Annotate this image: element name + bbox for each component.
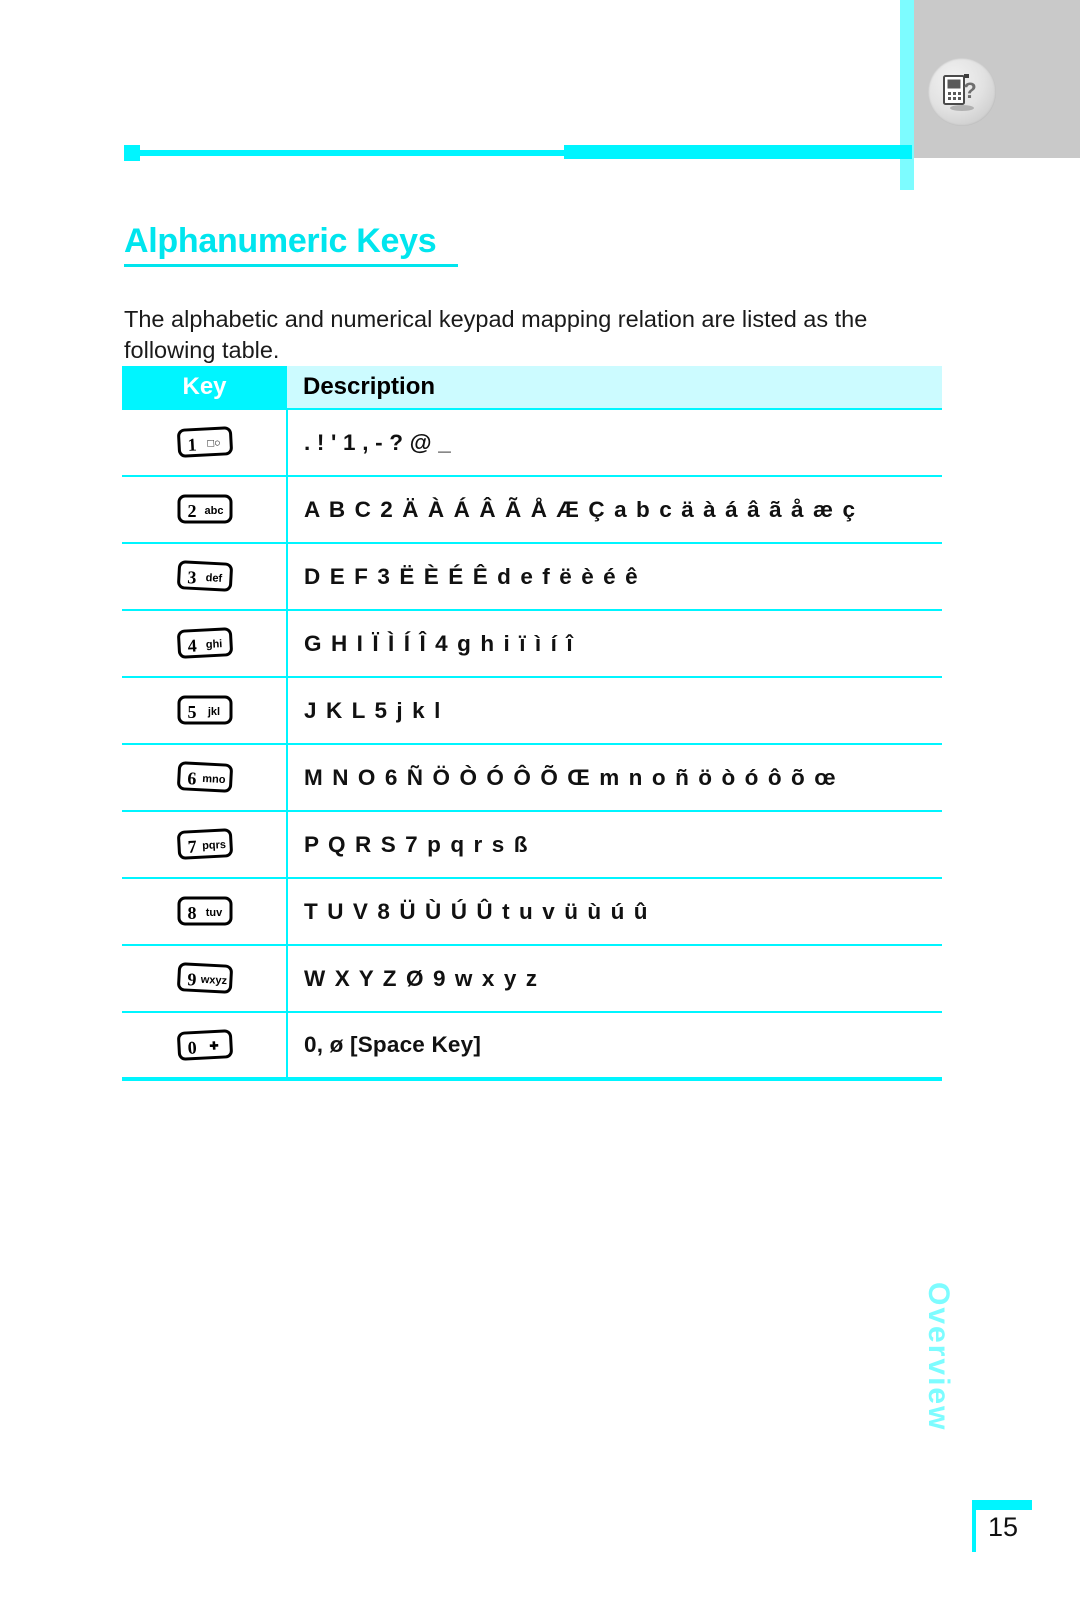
key-1-icon: 1 □○ bbox=[176, 425, 233, 458]
svg-text:ghi: ghi bbox=[206, 638, 223, 651]
page-number: 15 bbox=[988, 1512, 1019, 1542]
header-rule-thin bbox=[140, 150, 564, 156]
svg-text:abc: abc bbox=[205, 505, 224, 517]
header-rule-thick bbox=[564, 145, 912, 159]
key-5-icon: 5 jkl bbox=[176, 693, 233, 725]
cell-description-1: . ! ' 1 , - ? @ _ bbox=[287, 408, 942, 476]
table-row: 2 abc A B C 2 Ä À Á Â Ã Å Æ Ç a b c ä à á … bbox=[122, 475, 942, 543]
key-6-icon: 6 mno bbox=[176, 760, 233, 793]
cell-key-7: 7 pqrs bbox=[122, 810, 288, 878]
svg-text:4: 4 bbox=[187, 635, 197, 655]
key-3-icon: 3 def bbox=[176, 559, 233, 592]
table-row: 8 tuv T U V 8 Ü Ù Ú Û t u v ü ù ú û bbox=[122, 877, 942, 945]
svg-text:wxyz: wxyz bbox=[199, 974, 227, 987]
alphanumeric-keys-table: Key Description 1 □○ . ! ' 1 , - ? @ _ 2 abc… bbox=[122, 366, 942, 1081]
svg-text:✚: ✚ bbox=[209, 1040, 219, 1052]
table-row: 6 mno M N O 6 Ñ Ö Ò Ó Ô Õ Œ m n o ñ ö ò ó … bbox=[122, 743, 942, 811]
device-help-icon: ? bbox=[928, 58, 996, 126]
table-row: 3 def D E F 3 Ë È É Ê d e f ë è é ê bbox=[122, 542, 942, 610]
cell-key-0: 0 ✚ bbox=[122, 1011, 288, 1081]
svg-text:0: 0 bbox=[187, 1037, 197, 1057]
page-title-underline bbox=[124, 264, 458, 267]
cell-key-3: 3 def bbox=[122, 542, 288, 610]
key-9-icon: 9 wxyz bbox=[176, 961, 233, 994]
svg-text:7: 7 bbox=[187, 836, 197, 856]
key-2-icon: 2 abc bbox=[176, 492, 233, 524]
cell-description-5: J K L 5 j k l bbox=[287, 676, 942, 744]
cell-description-9: W X Y Z Ø 9 w x y z bbox=[287, 944, 942, 1012]
svg-text:pqrs: pqrs bbox=[202, 839, 226, 852]
cell-description-7: P Q R S 7 p q r s ß bbox=[287, 810, 942, 878]
page-title: Alphanumeric Keys bbox=[124, 222, 437, 260]
svg-text:2: 2 bbox=[188, 501, 197, 521]
cell-key-5: 5 jkl bbox=[122, 676, 288, 744]
table-body: 1 □○ . ! ' 1 , - ? @ _ 2 abc A B C 2 Ä À Á Â … bbox=[122, 408, 942, 1081]
cell-description-0: 0, ø [Space Key] bbox=[287, 1011, 942, 1081]
table-header-row: Key Description bbox=[122, 366, 942, 409]
key-0-icon: 0 ✚ bbox=[176, 1028, 233, 1061]
table-row: 5 jkl J K L 5 j k l bbox=[122, 676, 942, 744]
svg-text:6: 6 bbox=[187, 768, 197, 788]
cell-description-4: G H I Ï Ì Í Î 4 g h i ï ì í î bbox=[287, 609, 942, 677]
svg-text:def: def bbox=[205, 572, 222, 585]
table-row: 7 pqrs P Q R S 7 p q r s ß bbox=[122, 810, 942, 878]
table-row: 9 wxyz W X Y Z Ø 9 w x y z bbox=[122, 944, 942, 1012]
cell-key-8: 8 tuv bbox=[122, 877, 288, 945]
header-vertical-bar bbox=[900, 0, 914, 190]
table-row: 4 ghi G H I Ï Ì Í Î 4 g h i ï ì í î bbox=[122, 609, 942, 677]
key-8-icon: 8 tuv bbox=[176, 894, 233, 926]
cell-key-2: 2 abc bbox=[122, 475, 288, 543]
cell-key-1: 1 □○ bbox=[122, 408, 288, 476]
cell-key-4: 4 ghi bbox=[122, 609, 288, 677]
cell-description-6: M N O 6 Ñ Ö Ò Ó Ô Õ Œ m n o ñ ö ò ó ô õ … bbox=[287, 743, 942, 811]
table-row: 1 □○ . ! ' 1 , - ? @ _ bbox=[122, 408, 942, 476]
cell-key-9: 9 wxyz bbox=[122, 944, 288, 1012]
cell-key-6: 6 mno bbox=[122, 743, 288, 811]
cell-description-2: A B C 2 Ä À Á Â Ã Å Æ Ç a b c ä à á â ã … bbox=[287, 475, 942, 543]
column-header-key: Key bbox=[122, 366, 287, 409]
svg-text:1: 1 bbox=[187, 434, 197, 454]
intro-paragraph: The alphabetic and numerical keypad mapp… bbox=[124, 305, 868, 363]
side-tab-overview: Overview bbox=[922, 1282, 955, 1432]
svg-text:3: 3 bbox=[187, 567, 197, 587]
svg-text:jkl: jkl bbox=[207, 706, 220, 718]
svg-text:5: 5 bbox=[188, 702, 197, 722]
cell-description-8: T U V 8 Ü Ù Ú Û t u v ü ù ú û bbox=[287, 877, 942, 945]
svg-text:tuv: tuv bbox=[206, 907, 223, 919]
header-rule-square bbox=[124, 145, 140, 161]
table-row: 0 ✚ 0, ø [Space Key] bbox=[122, 1011, 942, 1081]
cell-description-3: D E F 3 Ë È É Ê d e f ë è é ê bbox=[287, 542, 942, 610]
footer-vertical-line bbox=[972, 1500, 976, 1552]
key-4-icon: 4 ghi bbox=[176, 626, 233, 659]
column-header-description: Description bbox=[287, 366, 942, 409]
svg-text:□○: □○ bbox=[207, 437, 221, 450]
svg-text:mno: mno bbox=[202, 773, 226, 786]
svg-text:8: 8 bbox=[188, 903, 197, 923]
footer-bar bbox=[972, 1500, 1032, 1510]
key-7-icon: 7 pqrs bbox=[176, 827, 233, 860]
svg-text:?: ? bbox=[963, 78, 976, 103]
svg-text:9: 9 bbox=[187, 969, 197, 989]
